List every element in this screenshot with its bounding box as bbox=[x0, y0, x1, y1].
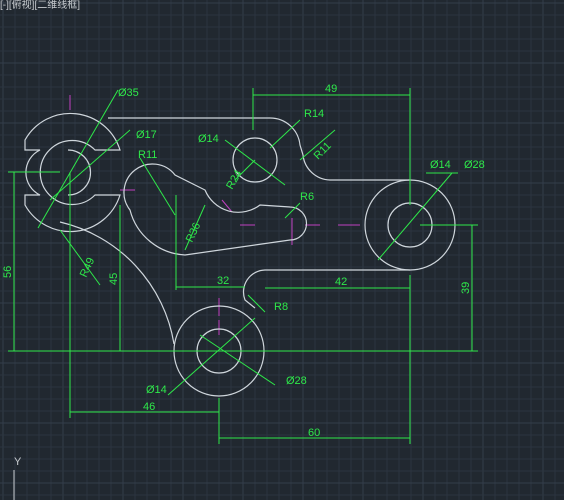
dim-d14-top: Ø14 bbox=[198, 133, 219, 145]
drawing-viewport[interactable]: Ø35 Ø17 R11 Ø14 R14 R11 R24 R36 R6 Ø14 Ø… bbox=[0, 0, 564, 500]
dim-r14: R14 bbox=[304, 108, 324, 120]
dim-r6: R6 bbox=[300, 191, 314, 203]
dim-d28-bottom: Ø28 bbox=[286, 375, 307, 387]
dim-d28-right: Ø28 bbox=[464, 159, 485, 171]
dim-r36: R36 bbox=[184, 221, 203, 244]
dim-len46: 46 bbox=[143, 401, 155, 413]
dim-len49: 49 bbox=[325, 83, 337, 95]
dim-r8: R8 bbox=[274, 301, 288, 313]
drawing-grid bbox=[0, 0, 564, 500]
dim-d14-bottom: Ø14 bbox=[146, 384, 167, 396]
cad-drawing-canvas[interactable]: Ø35 Ø17 R11 Ø14 R14 R11 R24 R36 R6 Ø14 Ø… bbox=[0, 0, 564, 500]
dim-len60: 60 bbox=[308, 427, 320, 439]
viewport-label[interactable]: [-][俯视][二维线框] bbox=[0, 0, 80, 11]
dim-d17: Ø17 bbox=[136, 129, 157, 141]
dim-len45: 45 bbox=[108, 273, 120, 285]
ucs-y-label: Y bbox=[14, 456, 22, 468]
dim-len39: 39 bbox=[460, 282, 472, 294]
dim-r11-left: R11 bbox=[138, 149, 157, 161]
dim-len32: 32 bbox=[217, 275, 229, 287]
dim-r49: R49 bbox=[78, 256, 97, 279]
dim-len42: 42 bbox=[335, 276, 347, 288]
dim-d35: Ø35 bbox=[118, 87, 139, 99]
dim-r24: R24 bbox=[224, 168, 244, 191]
dim-d14-right: Ø14 bbox=[430, 159, 451, 171]
dim-len56: 56 bbox=[2, 266, 14, 278]
